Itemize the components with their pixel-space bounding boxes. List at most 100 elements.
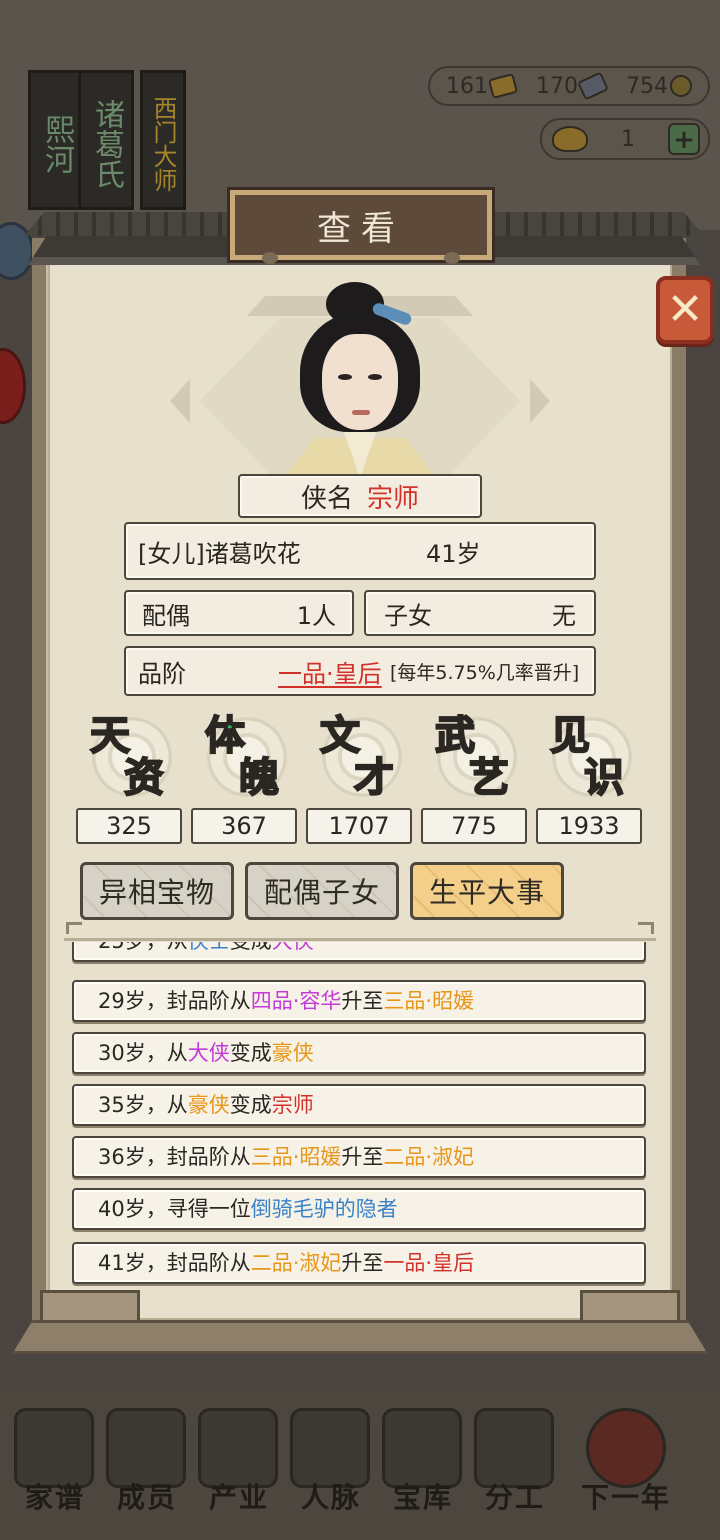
stat-label: 武艺: [421, 712, 533, 808]
event-highlight: 豪侠: [271, 1041, 314, 1065]
silver-ingot-icon: [576, 71, 610, 101]
stat-value: 775: [421, 808, 527, 844]
event-text: 封品阶从: [166, 989, 251, 1013]
event-text: 从: [166, 1041, 188, 1065]
ingot-bar: 1 +: [540, 118, 710, 160]
close-icon: ✕: [666, 284, 704, 335]
stat-char-1: 文: [319, 712, 361, 759]
character-portrait: [282, 282, 438, 478]
event-age: 35岁，: [98, 1093, 167, 1117]
event-text: 封品阶从: [166, 1145, 251, 1169]
plus-icon[interactable]: +: [668, 123, 700, 155]
event-highlight: 侠士: [188, 942, 230, 953]
stat-char-1: 体: [204, 712, 246, 759]
event-age: 30岁，: [98, 1041, 167, 1065]
event-highlight: 二品·淑妃: [250, 1251, 342, 1275]
event-row: 35岁，从豪侠变成宗师: [72, 1084, 646, 1126]
event-row: 30岁，从大侠变成豪侠: [72, 1032, 646, 1074]
resource-item: 754: [626, 74, 692, 99]
event-highlight: 一品·皇后: [383, 1251, 475, 1275]
ingot-count: 1: [621, 126, 635, 152]
divider: [64, 938, 656, 941]
gold-ingot-icon: [487, 72, 519, 100]
event-row: 25岁，从侠士变成大侠: [72, 942, 646, 962]
stat-char-2: 才: [353, 754, 395, 801]
rank-row: 品阶 一品·皇后 [每年5.75%几率晋升]: [124, 646, 596, 696]
copper-coin-icon: [670, 75, 692, 97]
event-text: 寻得一位: [166, 1197, 251, 1221]
children-row: 子女 无: [364, 590, 596, 636]
stat-char-2: 资: [123, 754, 165, 801]
spouse-label: 配偶: [142, 601, 190, 630]
stat-char-1: 武: [434, 712, 476, 759]
event-row: 41岁，封品阶从二品·淑妃升至一品·皇后: [72, 1242, 646, 1284]
rank-promotion-rate: [每年5.75%几率晋升]: [390, 661, 580, 684]
event-age: 25岁，: [98, 942, 167, 953]
event-age: 36岁，: [98, 1145, 167, 1169]
dialog-title-plate: 查看: [230, 190, 492, 260]
stat-value: 367: [191, 808, 297, 844]
stat-char-2: 识: [583, 754, 625, 801]
event-age: 41岁，: [98, 1251, 167, 1275]
spouse-row: 配偶 1人: [124, 590, 354, 636]
stat-value: 1933: [536, 808, 642, 844]
event-highlight: 三品·昭媛: [383, 989, 475, 1013]
event-row: 29岁，封品阶从四品·容华升至三品·昭媛: [72, 980, 646, 1022]
event-text: 从: [166, 1093, 188, 1117]
event-text: 变成: [230, 942, 272, 953]
event-highlight: 大侠: [272, 942, 314, 953]
life-events-list[interactable]: 25岁，从侠士变成大侠29岁，封品阶从四品·容华升至三品·昭媛30岁，从大侠变成…: [72, 942, 648, 1288]
event-age: 29岁，: [98, 989, 167, 1013]
event-highlight: 宗师: [271, 1093, 314, 1117]
stat-label: 文才: [306, 712, 418, 808]
title-value: 宗师: [367, 483, 420, 514]
resource-bar: 161 170 754: [428, 66, 710, 106]
event-text: 从: [167, 942, 188, 953]
rank-value[interactable]: 一品·皇后: [278, 654, 382, 689]
event-row: 36岁，封品阶从三品·昭媛升至二品·淑妃: [72, 1136, 646, 1178]
stat-label: 体魄: [191, 712, 303, 808]
stat-char-2: 艺: [468, 754, 510, 801]
event-highlight: 三品·昭媛: [250, 1145, 342, 1169]
event-highlight: 豪侠: [187, 1093, 230, 1117]
stat-label: 见识: [536, 712, 648, 808]
stat-value: 1707: [306, 808, 412, 844]
tab-spouse-children[interactable]: 配偶子女: [245, 862, 399, 920]
nail-ornament: [444, 252, 460, 264]
event-highlight: 大侠: [187, 1041, 230, 1065]
event-text: 升至: [341, 1251, 384, 1275]
tab-treasures[interactable]: 异相宝物: [80, 862, 234, 920]
background-sign: 诸葛氏: [78, 70, 134, 210]
character-name: [女儿]诸葛吹花: [138, 539, 301, 568]
stat-char-1: 见: [549, 712, 591, 759]
event-highlight: 倒骑毛驴的隐者: [250, 1197, 398, 1221]
event-row: 40岁，寻得一位倒骑毛驴的隐者: [72, 1188, 646, 1230]
resource-item: 161: [446, 72, 519, 100]
dialog-title: 查看: [317, 208, 405, 249]
children-label: 子女: [384, 601, 432, 630]
event-highlight: 二品·淑妃: [383, 1145, 475, 1169]
character-age: 41岁: [426, 539, 481, 568]
stat-value: 325: [76, 808, 182, 844]
event-age: 40岁，: [98, 1197, 167, 1221]
nav-assignment[interactable]: 分工: [460, 1400, 570, 1520]
event-text: 变成: [229, 1041, 272, 1065]
stat-label: 天资: [76, 712, 188, 808]
event-text: 变成: [229, 1093, 272, 1117]
stat-char-1: 天: [89, 712, 131, 759]
tab-life-events[interactable]: 生平大事: [410, 862, 564, 920]
stat-char-2: 魄: [238, 754, 280, 801]
event-text: 封品阶从: [166, 1251, 251, 1275]
corner-ornament: [638, 922, 654, 934]
resource-item: 170: [536, 71, 610, 101]
background-sign: 熙河: [28, 70, 84, 210]
nail-ornament: [262, 252, 278, 264]
title-label: 侠名: [300, 483, 353, 514]
ingot-icon: [552, 126, 588, 152]
nav-next-year[interactable]: 下一年: [556, 1400, 696, 1520]
event-text: 升至: [341, 1145, 384, 1169]
close-button[interactable]: ✕: [656, 276, 714, 344]
spouse-value: 1人: [296, 601, 336, 630]
red-lantern-icon[interactable]: [0, 348, 26, 424]
background-sign: 西门大师: [140, 70, 186, 210]
